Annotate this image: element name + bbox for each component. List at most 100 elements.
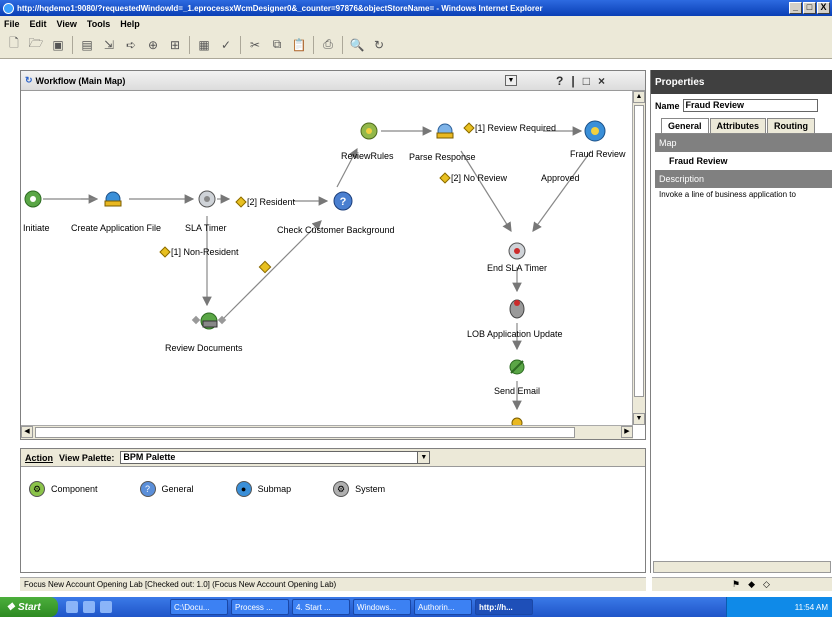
tab-routing[interactable]: Routing — [767, 118, 816, 133]
end-sla-timer-node-icon[interactable] — [508, 242, 526, 260]
help-icon[interactable]: ? — [556, 74, 563, 88]
node-label-sla-timer: SLA Timer — [185, 223, 227, 233]
initiate-node-icon[interactable] — [24, 190, 42, 208]
review-documents-node-icon[interactable] — [200, 312, 218, 330]
route-label-approved[interactable]: Approved — [541, 173, 580, 183]
launch-icon[interactable]: ➪ — [123, 37, 139, 53]
action-menu[interactable]: Action — [25, 453, 53, 463]
canvas-vertical-scrollbar[interactable]: ▲ ▼ — [632, 91, 645, 425]
task-button[interactable]: 4. Start ... — [292, 599, 350, 615]
new-map-icon[interactable]: □ — [583, 74, 590, 88]
reviewrules-node-icon[interactable] — [360, 122, 378, 140]
task-button[interactable]: http://h... — [475, 599, 533, 615]
paste-icon[interactable]: 📋 — [291, 37, 307, 53]
scroll-down-icon[interactable]: ▼ — [633, 413, 645, 425]
send-email-node-icon[interactable] — [509, 359, 525, 375]
properties-tabs: General Attributes Routing — [651, 118, 832, 133]
step-icon[interactable]: ▤ — [79, 37, 95, 53]
status-icon: ⚑ — [732, 579, 741, 589]
refresh-icon[interactable]: ↻ — [371, 37, 387, 53]
workflow-diagram: ? — [24, 120, 606, 425]
route-label-review-required[interactable]: [1] Review Required — [463, 122, 556, 134]
chevron-down-icon[interactable]: ▼ — [417, 452, 430, 463]
menu-view[interactable]: View — [57, 19, 77, 29]
scroll-left-icon[interactable]: ◀ — [21, 426, 33, 438]
start-button[interactable]: ❖ Start — [0, 597, 58, 617]
submap-icon[interactable]: ⊕ — [145, 37, 161, 53]
validate-icon[interactable]: ✓ — [218, 37, 234, 53]
route-label-no-review[interactable]: [2] No Review — [439, 172, 507, 184]
menu-tools[interactable]: Tools — [87, 19, 110, 29]
route-diamond-icon — [463, 122, 475, 134]
menu-help[interactable]: Help — [120, 19, 140, 29]
parse-response-node-icon[interactable] — [436, 123, 454, 139]
tab-general[interactable]: General — [661, 118, 709, 133]
route-label-non-resident[interactable]: [1] Non-Resident — [159, 246, 239, 258]
component-icon[interactable]: ⊞ — [167, 37, 183, 53]
canvas-horizontal-scrollbar[interactable]: ◀ ▶ — [21, 425, 633, 439]
workflow-panel: ↻ Workflow (Main Map) ▼ ? | □ × ? Initia… — [20, 70, 646, 440]
route-label-resident[interactable]: [2] Resident — [235, 196, 295, 208]
scroll-thumb[interactable] — [634, 105, 644, 397]
close-button[interactable]: X — [817, 2, 830, 14]
task-button[interactable]: Windows... — [353, 599, 411, 615]
task-button[interactable]: C:\Docu... — [170, 599, 228, 615]
menu-file[interactable]: File — [4, 19, 20, 29]
check-customer-background-node-icon[interactable]: ? — [333, 191, 353, 211]
scroll-right-icon[interactable]: ▶ — [621, 426, 633, 438]
windows-logo-icon: ❖ — [6, 601, 15, 613]
scroll-thumb[interactable] — [35, 427, 575, 438]
description-field[interactable]: Invoke a line of business application to — [655, 188, 832, 201]
next-node-icon[interactable] — [511, 417, 523, 425]
menu-edit[interactable]: Edit — [30, 19, 47, 29]
view-palette-label: View Palette: — [59, 452, 115, 463]
fraud-review-node-icon[interactable] — [584, 120, 606, 142]
copy-icon[interactable]: ⧉ — [269, 37, 285, 53]
close-map-icon[interactable]: × — [598, 74, 605, 88]
scroll-up-icon[interactable]: ▲ — [633, 91, 645, 103]
menubar: File Edit View Tools Help — [0, 16, 832, 31]
sla-timer-node-icon[interactable] — [198, 190, 216, 208]
palette-item-general[interactable]: ? General — [139, 481, 194, 497]
palette-item-component[interactable]: ⚙ Component — [29, 481, 98, 497]
ie-icon — [3, 2, 14, 14]
print-icon[interactable]: ⎙ — [320, 37, 336, 53]
task-list: C:\Docu... Process ... 4. Start ... Wind… — [170, 599, 533, 615]
toolbar-separator — [72, 35, 73, 54]
create-application-file-node-icon[interactable] — [104, 191, 122, 207]
open-icon[interactable]: 🗁 — [28, 36, 44, 53]
cut-icon[interactable]: ✂ — [247, 37, 263, 53]
submap-icon: ● — [235, 481, 252, 497]
zoom-icon[interactable]: 🔍 — [349, 37, 365, 53]
desktop-icon[interactable] — [66, 601, 78, 613]
task-button[interactable]: Process ... — [231, 599, 289, 615]
properties-panel: Properties Name Fraud Review General Att… — [650, 70, 832, 573]
save-icon[interactable]: ▣ — [50, 37, 66, 53]
map-value[interactable]: Fraud Review — [655, 152, 832, 170]
minimize-button[interactable]: _ — [789, 2, 802, 14]
description-section-label: Description — [655, 170, 832, 188]
palette-item-system[interactable]: ⚙ System — [333, 481, 385, 497]
palette-items: ⚙ Component ? General ● Submap ⚙ System — [21, 467, 645, 497]
workflow-canvas[interactable]: ? Initiate Create Application File SLA T… — [21, 91, 633, 425]
lob-application-update-node-icon[interactable] — [509, 299, 525, 319]
connector-diamond-icon — [191, 315, 201, 325]
explorer-icon[interactable] — [100, 601, 112, 613]
ie-icon[interactable] — [83, 601, 95, 613]
maximize-button[interactable]: □ — [803, 2, 816, 14]
properties-horizontal-scrollbar[interactable] — [653, 561, 831, 573]
properties-icon[interactable]: ▦ — [196, 37, 212, 53]
tab-attributes[interactable]: Attributes — [709, 118, 767, 133]
route-icon[interactable]: ⇲ — [101, 37, 117, 53]
map-dropdown-button[interactable]: ▼ — [505, 75, 517, 86]
toolbar-separator — [189, 35, 190, 54]
taskbar: ❖ Start C:\Docu... Process ... 4. Start … — [0, 597, 832, 617]
palette-item-submap[interactable]: ● Submap — [235, 481, 291, 497]
status-bar: Focus New Account Opening Lab [Checked o… — [20, 577, 646, 591]
route-diamond-icon — [439, 172, 451, 184]
node-label-create-application-file: Create Application File — [71, 223, 162, 233]
task-button[interactable]: Authorin... — [414, 599, 472, 615]
palette-select[interactable]: BPM Palette ▼ — [120, 451, 431, 464]
new-icon[interactable]: 🗋 — [6, 36, 22, 53]
name-field[interactable]: Fraud Review — [682, 99, 818, 112]
